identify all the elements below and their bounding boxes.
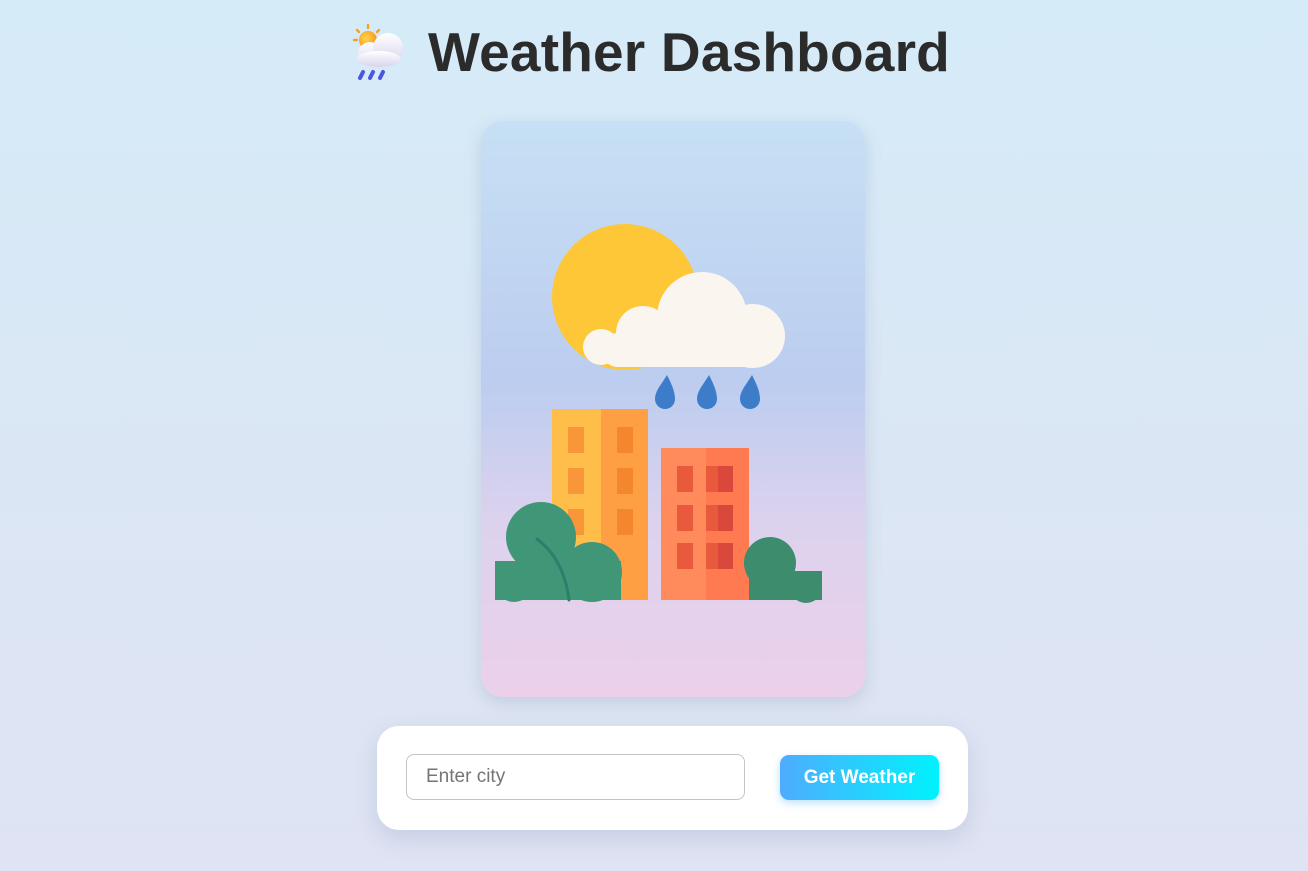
sun-behind-rain-cloud-icon: [348, 22, 410, 82]
sun-cloud-rain-city-illustration: [495, 224, 822, 603]
page-header: Weather Dashboard: [0, 14, 1308, 90]
page-title: Weather Dashboard: [428, 21, 950, 83]
city-search-input[interactable]: [406, 754, 745, 800]
right-bush: [744, 537, 822, 603]
get-weather-button[interactable]: Get Weather: [780, 755, 939, 800]
rain-drops: [655, 375, 760, 409]
right-building: [661, 448, 749, 600]
weather-illustration-card: [481, 121, 865, 697]
city-search-panel: Get Weather: [377, 726, 968, 830]
